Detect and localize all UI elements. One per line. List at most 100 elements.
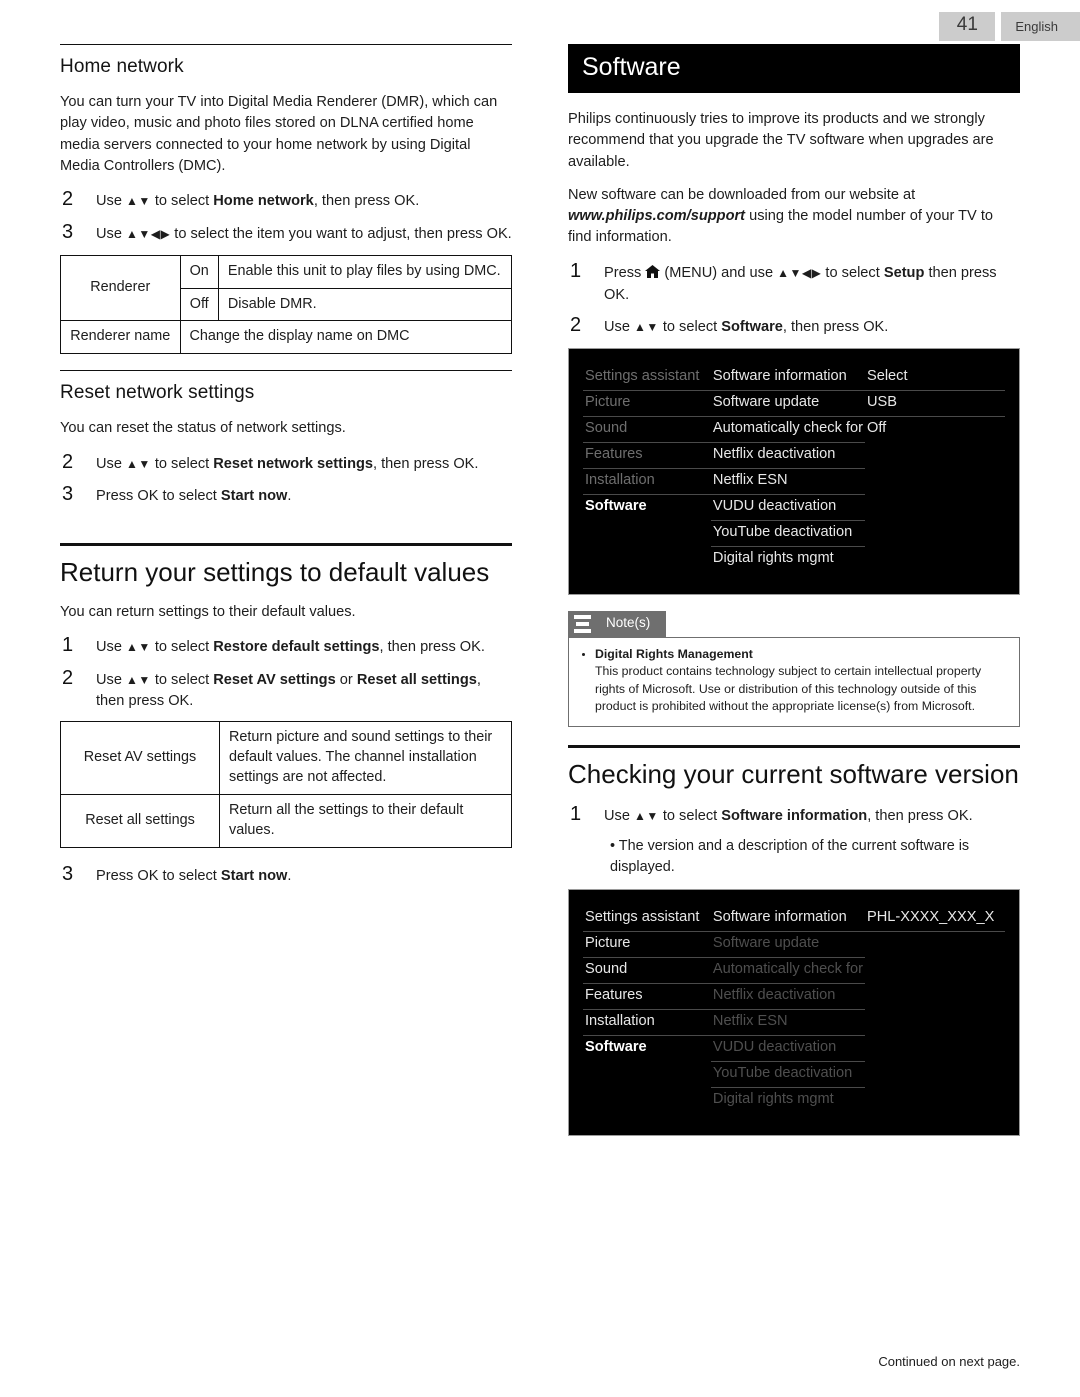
- support-url: www.philips.com/support: [568, 208, 746, 225]
- arrow-keys-icon: ▲▼◀▶: [126, 226, 171, 241]
- cell-value: Off: [179, 287, 219, 322]
- tv-menu-item-settings-assistant[interactable]: Settings assistant: [583, 365, 711, 391]
- right-column: Software Philips continuously tries to i…: [568, 44, 1020, 1152]
- notes-label: Note(s): [596, 611, 667, 637]
- page-number: 41: [939, 12, 996, 42]
- step-post: .: [287, 488, 292, 505]
- step-return-defaults-2: 2 Use ▲▼ to select Reset AV settings or …: [60, 667, 512, 711]
- tv-menu-column-options: Software information Software update Aut…: [710, 906, 865, 1113]
- step-text: Use ▲▼ to select Home network, then pres…: [96, 189, 512, 212]
- divider-home-network: [60, 44, 512, 45]
- step-bold: Software: [721, 319, 783, 336]
- divider-reset-network: [60, 370, 512, 372]
- tv-menu-value-select[interactable]: Select: [864, 365, 1005, 391]
- tv-menu-column-options: Software information Software update Aut…: [710, 365, 865, 572]
- notes-icon: [568, 610, 596, 637]
- tv-menu-option-netflix-esn[interactable]: Netflix ESN: [710, 469, 865, 495]
- step-number: 2: [62, 188, 74, 211]
- step-mid2: or: [335, 672, 357, 688]
- table-row: Renderer name Change the display name on…: [60, 320, 513, 355]
- cell-key: Reset all settings: [60, 794, 220, 848]
- tv-menu-option-vudu-deactivation[interactable]: VUDU deactivation: [710, 1036, 865, 1063]
- tv-menu-item-software[interactable]: Software: [583, 1036, 711, 1061]
- tv-menu-option-software-information[interactable]: Software information: [710, 365, 865, 391]
- note-text: This product contains technology subject…: [595, 664, 982, 714]
- step-text: Press (MENU) and use ▲▼◀▶ to select Setu…: [604, 261, 1020, 305]
- step-text: Use ▲▼ to select Reset AV settings or Re…: [96, 668, 512, 711]
- tv-menu-value-usb[interactable]: USB: [864, 391, 1005, 417]
- table-row: Reset all settings Return all the settin…: [60, 794, 512, 848]
- tv-menu-software-information: Settings assistant Picture Sound Feature…: [568, 889, 1020, 1137]
- cell-value: On: [179, 254, 219, 289]
- tv-menu-item-software[interactable]: Software: [583, 495, 711, 520]
- banner-software: Software: [568, 44, 1020, 93]
- tv-menu-item-sound[interactable]: Sound: [583, 417, 711, 443]
- step-text: Use ▲▼ to select Software, then press OK…: [604, 315, 1020, 338]
- step-text: Press OK to select Start now.: [96, 484, 512, 507]
- tv-menu-option-netflix-deactivation[interactable]: Netflix deactivation: [710, 443, 865, 469]
- table-row: Renderer On Enable this unit to play fil…: [60, 254, 513, 322]
- notes-body: Digital Rights Management This product c…: [568, 636, 1020, 727]
- tv-menu-item-installation[interactable]: Installation: [583, 1010, 711, 1037]
- tv-menu-item-features[interactable]: Features: [583, 443, 711, 469]
- tv-menu-option-vudu-deactivation[interactable]: VUDU deactivation: [710, 495, 865, 521]
- tv-menu-option-digital-rights-mgmt[interactable]: Digital rights mgmt: [711, 547, 865, 572]
- tv-menu-option-automatically-check-for[interactable]: Automatically check for: [710, 417, 865, 443]
- step-pre: Press OK to select: [96, 867, 221, 884]
- tv-menu-item-sound[interactable]: Sound: [583, 958, 711, 985]
- tv-menu-option-software-update[interactable]: Software update: [710, 391, 865, 417]
- step-mid: (MENU) and use: [660, 264, 778, 281]
- paragraph-software-2: New software can be downloaded from our …: [568, 185, 1020, 249]
- page-header-tags: 41 English: [939, 12, 1080, 42]
- tv-menu-value-software-version: PHL-XXXX_XXX_X: [864, 906, 1005, 933]
- note-title: Digital Rights Management: [595, 646, 753, 661]
- tv-menu-item-installation[interactable]: Installation: [583, 469, 711, 495]
- tv-menu-option-netflix-deactivation[interactable]: Netflix deactivation: [710, 984, 865, 1011]
- step-mid: to select: [658, 319, 722, 336]
- tv-menu-item-features[interactable]: Features: [583, 984, 711, 1011]
- step-bold2: Reset all settings: [356, 672, 477, 688]
- step-text: Press OK to select Start now.: [96, 864, 512, 887]
- divider-checking-version: [568, 744, 1020, 748]
- tv-menu-option-youtube-deactivation[interactable]: YouTube deactivation: [710, 1062, 865, 1089]
- cell-desc: Return all the settings to their default…: [219, 794, 512, 848]
- cell-desc: Enable this unit to play files by using …: [217, 254, 513, 289]
- tv-menu-item-picture[interactable]: Picture: [583, 932, 711, 959]
- arrow-keys-icon: ▲▼: [634, 808, 659, 823]
- step-number: 3: [62, 220, 74, 243]
- tv-menu-option-software-update[interactable]: Software update: [710, 932, 865, 959]
- tv-menu-option-automatically-check-for[interactable]: Automatically check for: [710, 958, 865, 985]
- step-return-defaults-3: 3 Press OK to select Start now.: [60, 863, 512, 887]
- step-mid: to select: [150, 672, 214, 688]
- bullet-version-displayed: • The version and a description of the c…: [610, 838, 970, 875]
- home-icon: [645, 264, 661, 285]
- step-software-2: 2 Use ▲▼ to select Software, then press …: [568, 315, 1020, 338]
- tv-menu-option-youtube-deactivation[interactable]: YouTube deactivation: [710, 521, 865, 547]
- table-row: Reset AV settings Return picture and sou…: [60, 721, 512, 796]
- arrow-keys-icon: ▲▼: [126, 640, 151, 655]
- step-mid2: to select: [821, 264, 884, 281]
- step-mid: to select: [150, 455, 214, 472]
- step-post: , then press OK.: [373, 455, 479, 472]
- step-pre: Press OK to select: [96, 488, 221, 505]
- step-mid: to select: [150, 639, 214, 656]
- divider-return-defaults: [60, 542, 512, 546]
- paragraph-return-defaults: You can return settings to their default…: [60, 603, 356, 620]
- tv-menu-item-picture[interactable]: Picture: [583, 391, 711, 417]
- tv-menu-option-digital-rights-mgmt[interactable]: Digital rights mgmt: [711, 1088, 865, 1113]
- table-renderer: Renderer On Enable this unit to play fil…: [60, 254, 513, 355]
- step-text: Use ▲▼ to select Software information, t…: [604, 804, 1020, 827]
- tv-menu-option-netflix-esn[interactable]: Netflix ESN: [710, 1010, 865, 1037]
- step-return-defaults-1: 1 Use ▲▼ to select Restore default setti…: [60, 635, 512, 658]
- tv-menu-value-off[interactable]: Off: [865, 417, 1005, 442]
- notes-header: Note(s): [568, 610, 1020, 637]
- tv-menu-column-categories: Settings assistant Picture Sound Feature…: [583, 906, 711, 1113]
- step-pre: Use: [96, 455, 127, 472]
- step-number: 2: [570, 314, 582, 337]
- cell-desc: Change the display name on DMC: [179, 320, 513, 355]
- tv-menu-option-software-information[interactable]: Software information: [710, 906, 865, 933]
- step-pre: Use: [96, 672, 127, 688]
- cell-desc: Disable DMR.: [217, 287, 513, 322]
- tv-menu-item-settings-assistant[interactable]: Settings assistant: [583, 906, 711, 933]
- step-reset-network-3: 3 Press OK to select Start now.: [60, 484, 512, 507]
